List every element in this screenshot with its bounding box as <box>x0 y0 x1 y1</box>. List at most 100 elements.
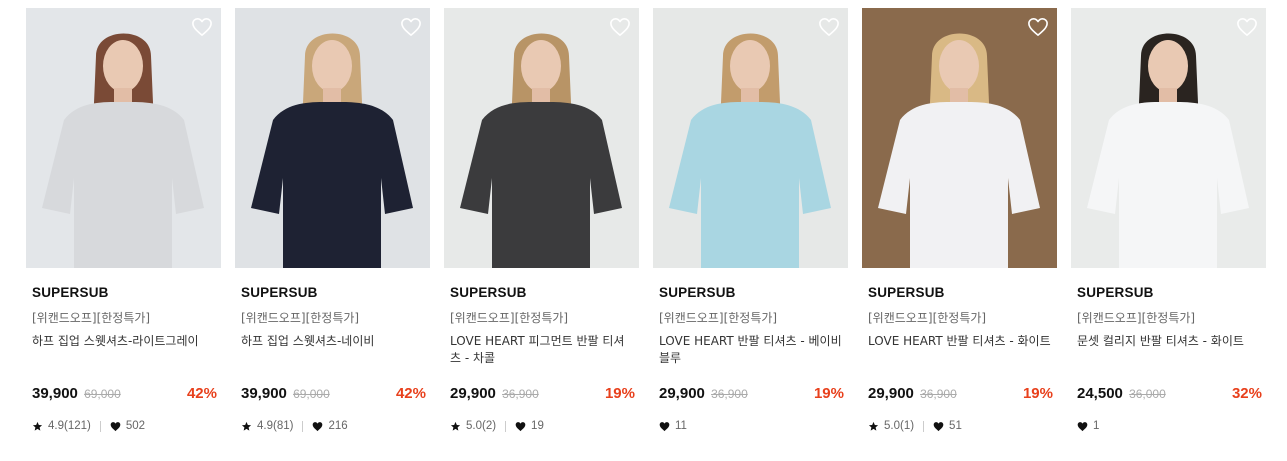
discount-rate: 42% <box>186 385 217 402</box>
likes: 1 <box>1077 420 1099 432</box>
sale-price: 39,900 <box>241 385 287 402</box>
sale-price: 39,900 <box>32 385 78 402</box>
heart-filled-icon <box>933 421 944 432</box>
product-meta: 5.0(2) 19 <box>450 420 544 432</box>
brand-name[interactable]: SUPERSUB <box>450 285 527 300</box>
sale-price: 29,900 <box>868 385 914 402</box>
product-meta: 11 <box>659 420 687 432</box>
product-card[interactable]: SUPERSUB [위캔드오프][한정특가] 하프 집업 스웻셔츠-네이비 39… <box>235 8 430 448</box>
wishlist-heart-icon[interactable] <box>818 17 840 37</box>
likes: 11 <box>659 420 687 432</box>
promo-tag: [위캔드오프][한정특가] <box>659 311 778 325</box>
product-meta: 4.9(81) 216 <box>241 420 348 432</box>
product-card[interactable]: SUPERSUB [위캔드오프][한정특가] LOVE HEART 피그먼트 반… <box>444 8 639 448</box>
star-icon <box>868 421 879 432</box>
discount-rate: 19% <box>813 385 844 402</box>
likes: 19 <box>515 420 544 432</box>
product-name[interactable]: 하프 집업 스웻셔츠-네이비 <box>241 333 426 350</box>
sale-price: 29,900 <box>659 385 705 402</box>
product-meta: 4.9(121) 502 <box>32 420 145 432</box>
meta-divider <box>923 420 925 432</box>
heart-filled-icon <box>515 421 526 432</box>
product-name[interactable]: LOVE HEART 피그먼트 반팔 티셔츠 - 차콜 <box>450 333 635 367</box>
heart-filled-icon <box>1077 421 1088 432</box>
promo-tag: [위캔드오프][한정특가] <box>32 311 151 325</box>
heart-filled-icon <box>110 421 121 432</box>
rating-value: 4.9(81) <box>257 420 294 432</box>
original-price: 36,900 <box>711 387 748 401</box>
star-icon <box>241 421 252 432</box>
discount-rate: 19% <box>604 385 635 402</box>
original-price: 69,000 <box>84 387 121 401</box>
wishlist-heart-icon[interactable] <box>1027 17 1049 37</box>
likes: 502 <box>110 420 145 432</box>
meta-divider <box>99 420 101 432</box>
product-name[interactable]: LOVE HEART 반팔 티셔츠 - 화이트 <box>868 333 1053 350</box>
product-meta: 1 <box>1077 420 1099 432</box>
promo-tag: [위캔드오프][한정특가] <box>868 311 987 325</box>
price-block: 29,900 36,900 <box>868 385 957 402</box>
original-price: 36,900 <box>502 387 539 401</box>
brand-name[interactable]: SUPERSUB <box>32 285 109 300</box>
rating: 4.9(81) <box>241 420 293 432</box>
heart-filled-icon <box>312 421 323 432</box>
brand-name[interactable]: SUPERSUB <box>241 285 318 300</box>
price-block: 24,500 36,000 <box>1077 385 1166 402</box>
rating-value: 5.0(1) <box>884 420 915 432</box>
product-name[interactable]: LOVE HEART 반팔 티셔츠 - 베이비블루 <box>659 333 844 367</box>
price-block: 39,900 69,000 <box>32 385 121 402</box>
likes-count: 216 <box>328 420 348 432</box>
rating: 5.0(1) <box>868 420 914 432</box>
star-icon <box>32 421 43 432</box>
likes: 216 <box>312 420 348 432</box>
brand-name[interactable]: SUPERSUB <box>659 285 736 300</box>
star-icon <box>450 421 461 432</box>
wishlist-heart-icon[interactable] <box>191 17 213 37</box>
product-image[interactable] <box>1071 8 1266 268</box>
likes-count: 11 <box>675 420 687 432</box>
product-name[interactable]: 하프 집업 스웻셔츠-라이트그레이 <box>32 333 217 350</box>
wishlist-heart-icon[interactable] <box>1236 17 1258 37</box>
rating: 5.0(2) <box>450 420 496 432</box>
sale-price: 29,900 <box>450 385 496 402</box>
meta-divider <box>505 420 507 432</box>
product-image[interactable] <box>862 8 1057 268</box>
price-block: 29,900 36,900 <box>450 385 539 402</box>
likes: 51 <box>933 420 962 432</box>
original-price: 36,900 <box>920 387 957 401</box>
brand-name[interactable]: SUPERSUB <box>1077 285 1154 300</box>
heart-filled-icon <box>659 421 670 432</box>
product-image[interactable] <box>653 8 848 268</box>
product-card[interactable]: SUPERSUB [위캔드오프][한정특가] LOVE HEART 반팔 티셔츠… <box>862 8 1057 448</box>
product-image[interactable] <box>26 8 221 268</box>
promo-tag: [위캔드오프][한정특가] <box>1077 311 1196 325</box>
product-card[interactable]: SUPERSUB [위캔드오프][한정특가] 문셋 컬리지 반팔 티셔츠 - 화… <box>1071 8 1266 448</box>
sale-price: 24,500 <box>1077 385 1123 402</box>
likes-count: 51 <box>949 420 962 432</box>
promo-tag: [위캔드오프][한정특가] <box>450 311 569 325</box>
price-block: 39,900 69,000 <box>241 385 330 402</box>
product-image[interactable] <box>235 8 430 268</box>
price-block: 29,900 36,900 <box>659 385 748 402</box>
product-card[interactable]: SUPERSUB [위캔드오프][한정특가] LOVE HEART 반팔 티셔츠… <box>653 8 848 448</box>
rating-value: 4.9(121) <box>48 420 91 432</box>
discount-rate: 32% <box>1231 385 1262 402</box>
product-meta: 5.0(1) 51 <box>868 420 962 432</box>
likes-count: 1 <box>1093 420 1100 432</box>
wishlist-heart-icon[interactable] <box>400 17 422 37</box>
likes-count: 19 <box>531 420 544 432</box>
discount-rate: 42% <box>395 385 426 402</box>
rating-value: 5.0(2) <box>466 420 497 432</box>
original-price: 36,000 <box>1129 387 1166 401</box>
wishlist-heart-icon[interactable] <box>609 17 631 37</box>
product-name[interactable]: 문셋 컬리지 반팔 티셔츠 - 화이트 <box>1077 333 1262 350</box>
likes-count: 502 <box>125 420 146 432</box>
discount-rate: 19% <box>1022 385 1053 402</box>
product-image[interactable] <box>444 8 639 268</box>
meta-divider <box>302 420 304 432</box>
brand-name[interactable]: SUPERSUB <box>868 285 945 300</box>
product-card[interactable]: SUPERSUB [위캔드오프][한정특가] 하프 집업 스웻셔츠-라이트그레이… <box>26 8 221 448</box>
promo-tag: [위캔드오프][한정특가] <box>241 311 360 325</box>
original-price: 69,000 <box>293 387 330 401</box>
rating: 4.9(121) <box>32 420 91 432</box>
